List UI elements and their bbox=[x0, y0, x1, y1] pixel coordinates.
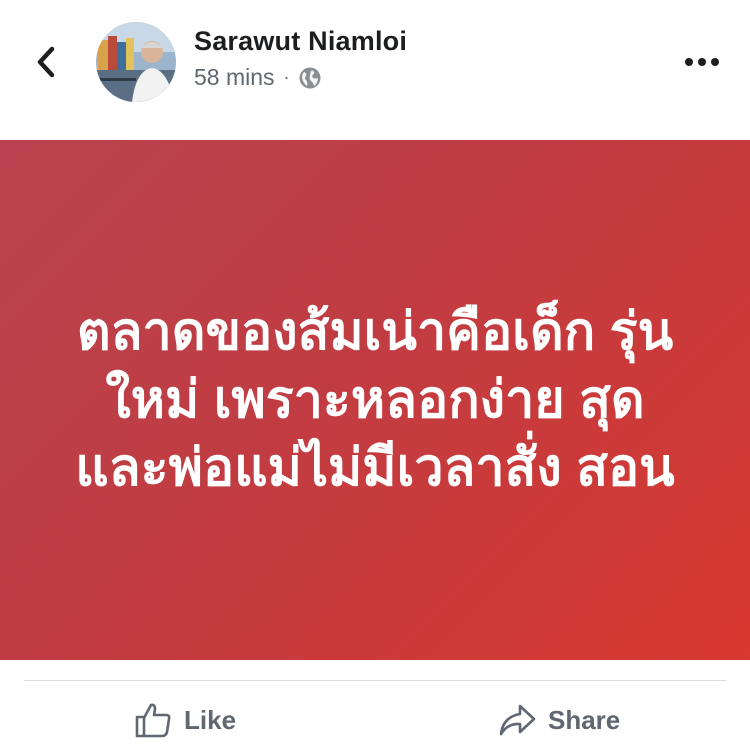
post-text: ตลาดของส้มเน่าคือเด็ก รุ่นใหม่ เพราะหลอก… bbox=[75, 303, 675, 497]
thumbs-up-icon bbox=[135, 703, 171, 738]
post-page: Sarawut Niamloi 58 mins · ตลาดของส้มเน่า… bbox=[0, 0, 750, 750]
like-label: Like bbox=[184, 704, 237, 735]
post-meta: 58 mins · bbox=[194, 64, 322, 91]
more-horizontal-icon bbox=[685, 58, 719, 66]
actions-divider bbox=[24, 680, 726, 681]
post-background-card: ตลาดของส้มเน่าคือเด็ก รุ่นใหม่ เพราะหลอก… bbox=[0, 140, 750, 660]
post-timestamp[interactable]: 58 mins bbox=[194, 64, 275, 91]
share-arrow-icon bbox=[499, 704, 536, 736]
share-button[interactable]: Share bbox=[498, 694, 620, 746]
globe-icon bbox=[299, 67, 321, 88]
share-label: Share bbox=[548, 704, 621, 735]
meta-separator: · bbox=[283, 67, 290, 87]
like-button[interactable]: Like bbox=[134, 694, 236, 746]
author-name[interactable]: Sarawut Niamloi bbox=[194, 26, 407, 57]
chevron-left-icon bbox=[37, 46, 55, 78]
avatar[interactable] bbox=[96, 22, 176, 102]
back-button[interactable] bbox=[26, 42, 66, 82]
more-options-button[interactable] bbox=[680, 44, 724, 80]
post-header: Sarawut Niamloi 58 mins · bbox=[0, 0, 750, 140]
